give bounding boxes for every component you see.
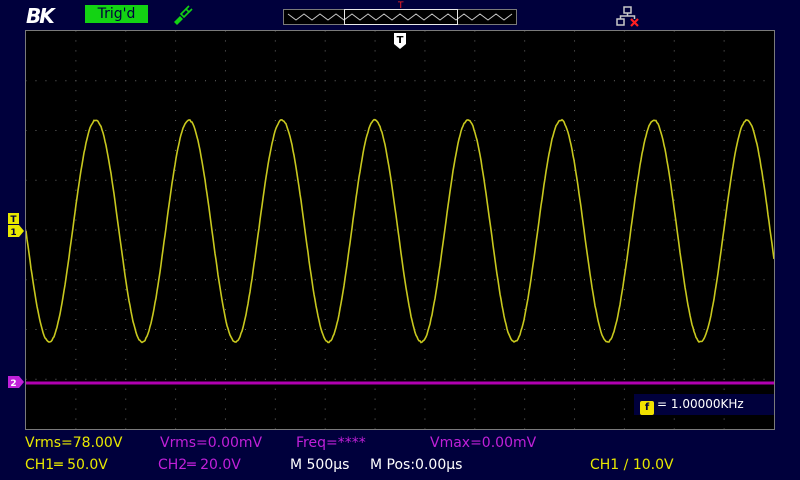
frequency-value: = 1.00000KHz <box>657 397 744 411</box>
ch2-marker-label: 2 <box>10 379 16 389</box>
timebase: M 500µs <box>290 455 349 475</box>
ch2-level-marker[interactable]: 2 <box>8 375 25 389</box>
frequency-counter: f = 1.00000KHz <box>634 394 774 415</box>
probe-icon <box>171 5 193 25</box>
ch1-level-marker[interactable]: T 1 <box>8 213 25 238</box>
bk-logo: BK <box>26 4 53 28</box>
timeline-view-window[interactable] <box>344 9 458 25</box>
frequency-icon: f <box>640 401 654 415</box>
ch1-scale: CH1═ 50.0V <box>25 455 108 475</box>
ch1-trigger-level-label: T <box>10 215 17 225</box>
network-disconnected-icon <box>615 6 641 28</box>
ch2-vrms-measurement: Vrms=0.00mV <box>160 433 262 453</box>
trigger-position-marker[interactable]: T <box>394 33 406 49</box>
frequency-measurement: Freq=**** <box>296 433 366 453</box>
status-row: CH1═ 50.0V CH2═ 20.0V M 500µs M Pos:0.00… <box>0 455 800 475</box>
measurement-row: Vrms=78.00V Vrms=0.00mV Freq=**** Vmax=0… <box>0 433 800 453</box>
ch1-marker-label: 1 <box>10 228 16 238</box>
trigger-status-badge: Trig'd <box>85 5 148 23</box>
ch2-scale: CH2═ 20.0V <box>158 455 241 475</box>
top-bar: BK Trig'd T <box>0 0 800 30</box>
ch1-trace <box>26 120 774 343</box>
waveform-traces <box>26 31 774 429</box>
trigger-position-label: T <box>397 35 404 46</box>
waveform-display[interactable]: f = 1.00000KHz <box>25 30 775 430</box>
trigger-setting: CH1 ∕ 10.0V <box>590 455 674 475</box>
memory-timeline-bar[interactable] <box>283 9 517 25</box>
horizontal-position: M Pos:0.00µs <box>370 455 462 475</box>
vmax-measurement: Vmax=0.00mV <box>430 433 536 453</box>
ch1-vrms-measurement: Vrms=78.00V <box>25 433 122 453</box>
